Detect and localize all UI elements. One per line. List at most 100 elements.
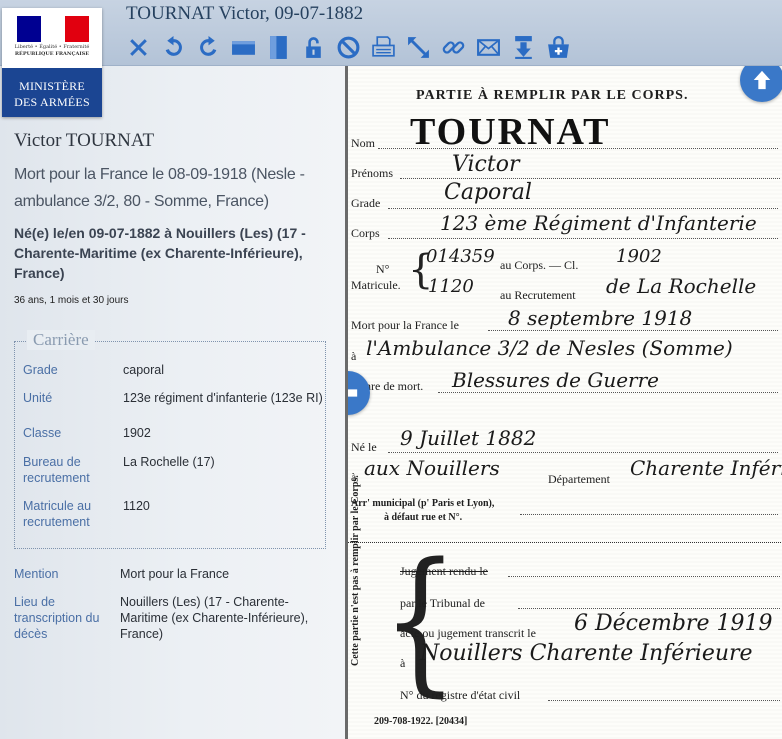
arr-label-1: Arr' municipal (p' Paris et Lyon), [351,498,495,509]
expand-button[interactable] [404,33,432,61]
republic-motto: Liberté • Égalité • Fraternité RÉPUBLIQU… [2,44,102,58]
block-icon [337,36,359,58]
career-section: Carrière Grade caporal Unité 123e régime… [14,330,326,549]
print-icon [371,35,395,57]
unit-value: 123e régiment d'infanterie (123e RI) [123,391,323,405]
lieu-value: l'Ambulance 3/2 de Nesles (Somme) [366,336,733,360]
dept-label: Département [548,472,610,486]
grade-label: Grade [23,363,58,377]
corps-value: 123 ème Régiment d'Infanterie [440,211,757,235]
grade-doc-label: Grade [351,196,381,210]
acte-lieu-value: Nouillers Charente Inférieure [420,641,753,666]
transcription-value: Nouillers (Les) (17 - Charente-Maritime … [120,595,309,641]
lock-button[interactable] [299,33,327,61]
redo-icon [199,35,216,56]
logo-header: Liberté • Égalité • Fraternité RÉPUBLIQU… [2,8,102,68]
corps-number-value: 014359 [426,246,495,267]
ne-label: Né le [351,440,377,454]
mention-value: Mort pour la France [120,567,230,581]
fit-width-icon [231,40,255,55]
ministry-logo[interactable]: Liberté • Égalité • Fraternité RÉPUBLIQU… [2,8,102,117]
print-button[interactable] [369,33,397,61]
ministry-line-2: DES ARMÉES [14,95,90,109]
lock-icon [305,36,321,58]
arr-label-2: à défaut rue et N°. [384,512,463,523]
mail-button[interactable] [474,33,502,61]
ne-lieu-value: aux Nouillers [364,456,500,480]
age-at-death: 36 ans, 1 mois et 30 jours [14,295,129,306]
grade-doc-value: Caporal [444,180,532,205]
block-button[interactable] [334,33,362,61]
mort-value: 8 septembre 1918 [508,306,693,330]
classe-doc-value: 1902 [616,246,662,267]
transcription-label: Lieu de transcription du décès [14,595,100,641]
link-button[interactable] [439,33,467,61]
corps-label: Corps [351,226,380,240]
card-footer: 209-708-1922. [20434] [374,716,468,727]
side-note: Cette partie n'est pas à remplir par le … [350,475,361,666]
dept-value: Charente Inférieure [630,456,782,480]
republic-text: RÉPUBLIQUE FRANÇAISE [14,51,90,57]
au-recrut-label: au Recrutement [500,288,576,302]
fit-width-button[interactable] [229,33,257,61]
matricule-value: 1120 [123,499,150,513]
basket-button[interactable] [544,33,572,61]
top-bar: TOURNAT Victor, 09-07-1882 [0,0,782,66]
matricule-label: Matricule au recrutement [23,499,92,529]
scanned-record-card: PARTIE À REMPLIR PAR LE CORPS. Nom TOURN… [348,66,782,739]
expand-icon [407,36,429,58]
grade-value: caporal [123,363,164,377]
au-corps-label: au Corps. — Cl. [500,258,579,272]
mail-icon [476,38,500,56]
matricule-doc-label: Matricule. [351,278,401,292]
registre-label: N° du registre d'état civil [400,688,521,702]
record-panel: Victor TOURNAT Mort pour la France le 08… [0,66,345,739]
download-icon [514,35,532,59]
acte-label: acte ou jugement transcrit le [400,626,536,640]
ne-value: 9 Juillet 1882 [400,426,537,450]
person-name: Victor TOURNAT [14,130,155,151]
ministry-line-1: MINISTÈRE [19,79,85,93]
basket-icon [547,35,569,58]
rotate-left-button[interactable] [159,33,187,61]
toolbar [124,33,572,61]
death-info: Mort pour la France le 08-09-1918 (Nesle… [14,166,305,210]
document-viewer[interactable]: PARTIE À REMPLIR PAR LE CORPS. Nom TOURN… [345,66,782,739]
nom-label: Nom [351,136,375,150]
prenoms-value: Victor [452,152,520,177]
genre-value: Blessures de Guerre [452,368,660,392]
arrow-up-icon [753,70,771,90]
birth-info: Né(e) le/en 09-07-1882 à Nouillers (Les)… [14,225,306,281]
lieu-a-label: à [351,349,357,363]
mort-label: Mort pour la France le [351,318,459,332]
close-icon [129,38,147,56]
fit-height-button[interactable] [264,33,292,61]
document-title: TOURNAT Victor, 09-07-1882 [126,3,364,24]
download-button[interactable] [509,33,537,61]
jugement-label: Jugement rendu le [400,564,488,578]
acte-value: 6 Décembre 1919 [574,611,773,636]
card-heading: PARTIE À REMPLIR PAR LE CORPS. [416,88,689,103]
close-button[interactable] [124,33,152,61]
no-label: N° [376,262,390,276]
link-icon [442,40,464,54]
acte-a-label: à [400,656,406,670]
bureau-value: La Rochelle (17) [123,455,215,469]
unit-label: Unité [23,391,53,405]
class-label: Classe [23,426,62,440]
recrut-value: de La Rochelle [606,274,757,298]
motto-text: Liberté • Égalité • Fraternité [14,44,90,50]
class-value: 1902 [123,426,151,440]
marianne-flag-icon [17,16,89,42]
arrow-left-icon [348,384,358,402]
undo-icon [165,35,182,56]
fit-height-icon [269,35,287,59]
mention-label: Mention [14,567,59,581]
bureau-label: Bureau de recrutement [23,455,90,485]
rotate-right-button[interactable] [194,33,222,61]
recrut-number-value: 1120 [428,276,474,297]
prenoms-label: Prénoms [351,166,393,180]
career-legend: Carrière [27,330,95,350]
tribunal-label: par le Tribunal de [400,596,485,610]
ministry-name: MINISTÈRE DES ARMÉES [2,78,102,110]
